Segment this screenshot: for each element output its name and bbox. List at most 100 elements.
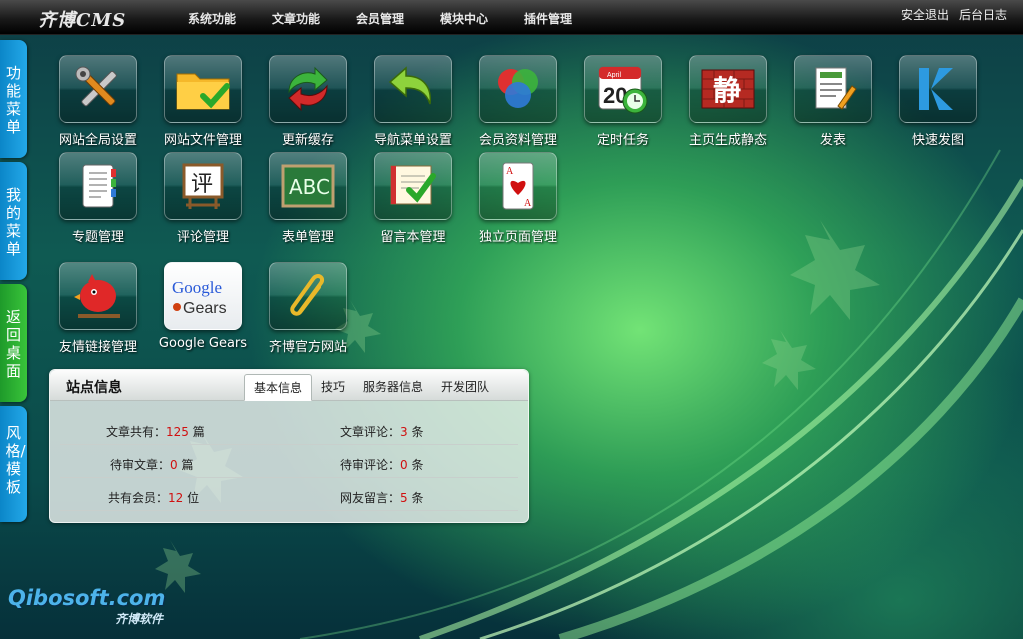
info-cell: 待审评论：0 条 [340,456,423,473]
info-unit: 条 [407,425,424,439]
k-logo-icon [899,55,977,123]
icon-label: 发表 [819,133,846,148]
info-cell: 网友留言：5 条 [340,489,423,506]
nav-item-plugin[interactable]: 插件管理 [524,10,608,27]
desktop-icon-form[interactable]: ABC 表单管理 [258,152,358,245]
app-logo: 齐博CMS [38,10,127,31]
sidebar-tab-style-template[interactable]: 风格/模板 [0,406,27,522]
site-info-panel: 站点信息 基本信息 技巧 服务器信息 开发团队 文章共有：125 篇 文章评论：… [49,369,529,523]
desktop-icon-topic[interactable]: 专题管理 [48,152,148,245]
card-rank-top: A [506,166,514,177]
brand-logo: Qibosoft.com [8,586,166,610]
info-value: 5 [400,491,408,505]
info-row: 共有会员：12 位 网友留言：5 条 [60,478,518,511]
info-unit: 篇 [188,425,205,439]
icon-label: 专题管理 [71,230,124,245]
red-bird-icon [59,262,137,330]
static-brick-icon: 静 [689,55,767,123]
icon-label: 网站全局设置 [58,133,137,148]
info-unit: 位 [183,491,200,505]
tools-icon [59,55,137,123]
info-row: 文章共有：125 篇 文章评论：3 条 [60,412,518,445]
comment-board-icon: 评 [164,152,242,220]
sidebar-tab-label: 我的菜单 [5,186,21,258]
info-unit: 条 [407,458,424,472]
icon-label: 表单管理 [281,230,334,245]
desktop-icon-official-site[interactable]: 齐博官方网站 [258,262,358,355]
nav-item-member[interactable]: 会员管理 [356,10,440,27]
desktop-icon-quick-image[interactable]: 快速发图 [888,55,988,148]
site-info-title: 站点信息 [66,380,122,396]
comment-char: 评 [191,172,213,197]
chalkboard-icon: ABC [269,152,347,220]
icon-label: 更新缓存 [281,133,334,148]
desktop-icon-friend-links[interactable]: 友情链接管理 [48,262,148,355]
info-cell: 文章评论：3 条 [340,423,423,440]
nav-item-module[interactable]: 模块中心 [440,10,524,27]
paperclip-icon [269,262,347,330]
icon-label: 快速发图 [911,133,964,148]
sidebar-tab-my-menu[interactable]: 我的菜单 [0,162,27,280]
sidebar-tab-label: 风格/模板 [5,424,26,496]
calendar-month: April [607,72,621,79]
tab-dev-team[interactable]: 开发团队 [432,374,498,401]
nav-item-system[interactable]: 系统功能 [188,10,272,27]
info-label: 待审评论： [340,458,401,472]
top-nav: 系统功能 文章功能 会员管理 模块中心 插件管理 [188,10,608,27]
info-unit: 条 [407,491,424,505]
info-row: 待审文章：0 篇 待审评论：0 条 [60,445,518,478]
info-cell: 文章共有：125 篇 [106,423,205,440]
calendar-clock-icon: April 20 [584,55,662,123]
info-label: 共有会员： [108,491,169,505]
icon-label: 会员资料管理 [478,133,557,148]
sidebar-tab-label: 功能菜单 [5,64,21,136]
info-cell: 待审文章：0 篇 [110,456,193,473]
desktop-icon-scheduled-task[interactable]: April 20 定时任务 [573,55,673,148]
card-rank-bottom: A [524,198,532,209]
icon-label: 导航菜单设置 [373,133,452,148]
desktop-icon-update-cache[interactable]: 更新缓存 [258,55,358,148]
tab-server-info[interactable]: 服务器信息 [354,374,432,401]
folder-check-icon [164,55,242,123]
icon-label: 友情链接管理 [58,340,137,355]
desktop-icon-member-data[interactable]: 会员资料管理 [468,55,568,148]
desktop-icon-standalone-page[interactable]: A A 独立页面管理 [468,152,568,245]
document-pencil-icon [794,55,872,123]
info-unit: 篇 [177,458,194,472]
tab-basic-info[interactable]: 基本信息 [244,374,313,401]
desktop-icon-google-gears[interactable]: Google Gears Google Gears [153,262,253,351]
desktop-icon-file-manager[interactable]: 网站文件管理 [153,55,253,148]
info-value: 0 [170,458,178,472]
admin-log-link[interactable]: 后台日志 [959,6,1007,23]
icon-label: 主页生成静态 [688,133,767,148]
info-value: 12 [168,491,184,505]
playing-card-icon: A A [479,152,557,220]
undo-arrow-icon [374,55,452,123]
desktop-icon-comment[interactable]: 评 评论管理 [153,152,253,245]
desktop-icon-generate-static[interactable]: 静 主页生成静态 [678,55,778,148]
sidebar-tab-back-desktop[interactable]: 返回桌面 [0,284,27,402]
top-links: 安全退出 后台日志 [901,6,1007,23]
brand-subtitle: 齐博软件 [115,612,164,626]
nav-item-article[interactable]: 文章功能 [272,10,356,27]
google-text: Google [172,278,222,297]
info-label: 网友留言： [340,491,401,505]
desktop-icon-nav-settings[interactable]: 导航菜单设置 [363,55,463,148]
icon-label: Google Gears [158,336,248,351]
info-value: 3 [400,425,408,439]
gears-text: Gears [183,300,227,317]
info-value: 0 [400,458,408,472]
google-gears-icon: Google Gears [164,262,242,330]
info-label: 文章共有： [106,425,167,439]
desktop-icon-post[interactable]: 发表 [783,55,883,148]
tab-tips[interactable]: 技巧 [312,374,354,401]
abc-text: ABC [289,175,330,199]
guestbook-icon [374,152,452,220]
site-info-tabs: 基本信息 技巧 服务器信息 开发团队 [244,374,498,401]
logout-link[interactable]: 安全退出 [901,6,949,23]
desktop-icon-site-settings[interactable]: 网站全局设置 [48,55,148,148]
sidebar-tab-label: 返回桌面 [5,308,21,380]
sidebar-tab-function-menu[interactable]: 功能菜单 [0,40,27,158]
desktop-icon-guestbook[interactable]: 留言本管理 [363,152,463,245]
users-circles-icon [479,55,557,123]
